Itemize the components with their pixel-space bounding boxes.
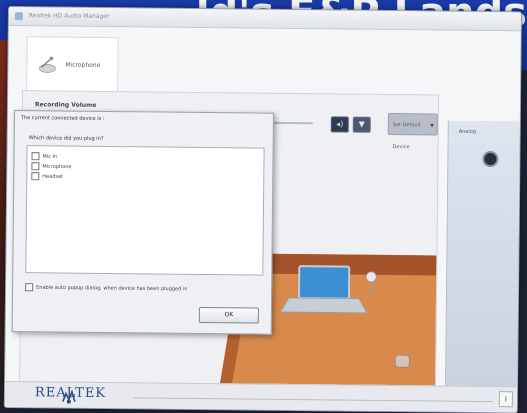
set-default-device-dropdown[interactable]: Set Default Device ▾ [388, 113, 438, 136]
dropdown-value: Set Default Device [393, 122, 421, 150]
device-option-mic-in[interactable]: Mic In [31, 152, 57, 160]
device-option-headset[interactable]: Headset [31, 172, 63, 180]
boost-button[interactable]: ▼ [353, 117, 371, 133]
mute-button[interactable]: ◂) [331, 116, 349, 132]
auto-popup-checkbox-row[interactable]: Enable auto popup dialog, when device ha… [25, 283, 187, 293]
device-options-list: Mic In Microphone Headset [25, 145, 264, 275]
info-button[interactable]: i [499, 391, 513, 407]
auto-popup-label: Enable auto popup dialog, when device ha… [36, 285, 187, 293]
connected-device-dialog: The current connected device is : Which … [12, 110, 274, 335]
device-option-microphone[interactable]: Microphone [31, 162, 71, 170]
connector-panel: Analog [445, 121, 521, 387]
app-icon [15, 12, 23, 20]
checkbox-icon[interactable] [31, 162, 39, 170]
checkbox-icon[interactable] [25, 283, 33, 291]
checkbox-icon[interactable] [31, 152, 39, 160]
window-footer: REALTEK i [5, 381, 517, 413]
option-label: Mic In [42, 154, 57, 160]
tab-microphone[interactable]: Microphone [26, 36, 119, 93]
filter-icon: ▼ [359, 120, 365, 129]
dialog-prompt: Which device did you plug in? [29, 135, 104, 142]
footer-divider [133, 397, 493, 402]
info-icon: i [505, 395, 507, 403]
tab-label: Microphone [65, 62, 100, 69]
connector-panel-label: Analog [459, 129, 476, 135]
realtek-brand-text: REALTEK [35, 385, 106, 401]
dialog-title: The current connected device is : [21, 115, 105, 122]
speaker-icon: ◂) [336, 119, 343, 128]
chevron-down-icon: ▾ [430, 114, 434, 136]
audio-jack-icon[interactable] [482, 151, 498, 167]
microphone-icon [37, 55, 57, 75]
ok-button[interactable]: OK [199, 307, 259, 324]
window-title: Realtek HD Audio Manager [29, 12, 110, 20]
recording-volume-label: Recording Volume [35, 101, 96, 109]
checkbox-icon[interactable] [31, 172, 39, 180]
option-label: Microphone [42, 164, 71, 170]
option-label: Headset [42, 174, 63, 180]
